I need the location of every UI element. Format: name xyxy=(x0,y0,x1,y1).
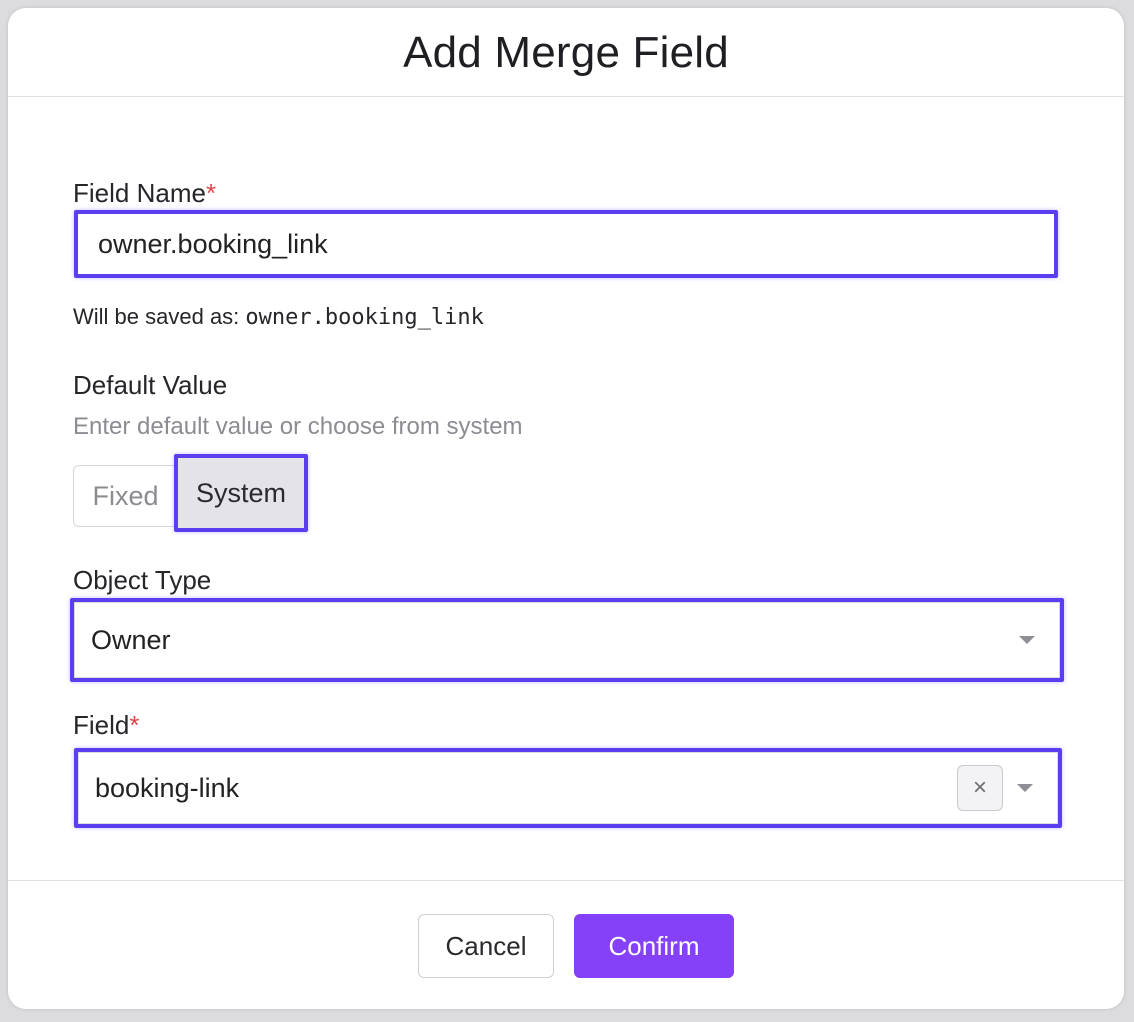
object-type-value: Owner xyxy=(91,624,171,655)
field-name-required-mark: * xyxy=(205,178,217,208)
field-label-text: Field xyxy=(73,710,130,740)
field-name-label: Field Name* xyxy=(73,178,216,209)
field-highlight: booking-link × xyxy=(74,748,1062,828)
default-value-helper: Enter default value or choose from syste… xyxy=(73,413,523,440)
object-type-label: Object Type xyxy=(73,565,212,595)
dialog-body: Field Name* Will be saved as: owner.book… xyxy=(8,98,1124,880)
field-select[interactable]: booking-link × xyxy=(78,752,1058,824)
saved-as-hint: Will be saved as: owner.booking_link xyxy=(73,304,484,330)
field-name-label-text: Field Name xyxy=(73,178,206,208)
default-value-toggle: Fixed xyxy=(73,465,177,527)
dialog-footer: Cancel Confirm xyxy=(8,880,1124,1009)
option-fixed-button[interactable]: Fixed xyxy=(73,465,177,527)
dialog-title: Add Merge Field xyxy=(403,28,729,77)
clear-icon[interactable]: × xyxy=(957,765,1003,811)
object-type-highlight: Owner xyxy=(70,598,1064,682)
dialog-header: Add Merge Field xyxy=(8,8,1124,97)
field-required-mark: * xyxy=(129,710,140,740)
field-name-highlight xyxy=(74,210,1058,278)
field-value: booking-link xyxy=(95,772,240,803)
object-type-select[interactable]: Owner xyxy=(74,602,1060,678)
chevron-down-icon[interactable] xyxy=(1019,636,1035,644)
saved-as-value: owner.booking_link xyxy=(245,305,484,330)
option-system-highlight: System xyxy=(174,454,308,532)
cancel-button[interactable]: Cancel xyxy=(418,914,554,978)
field-name-input[interactable] xyxy=(78,214,1054,274)
option-system-button[interactable]: System xyxy=(178,458,304,528)
field-label: Field* xyxy=(73,710,139,741)
chevron-down-icon[interactable] xyxy=(1017,784,1033,792)
confirm-button[interactable]: Confirm xyxy=(574,914,734,978)
default-value-label: Default Value xyxy=(73,370,228,400)
add-merge-field-dialog: Add Merge Field Field Name* Will be save… xyxy=(8,8,1124,1009)
saved-as-prefix: Will be saved as: xyxy=(73,304,240,329)
